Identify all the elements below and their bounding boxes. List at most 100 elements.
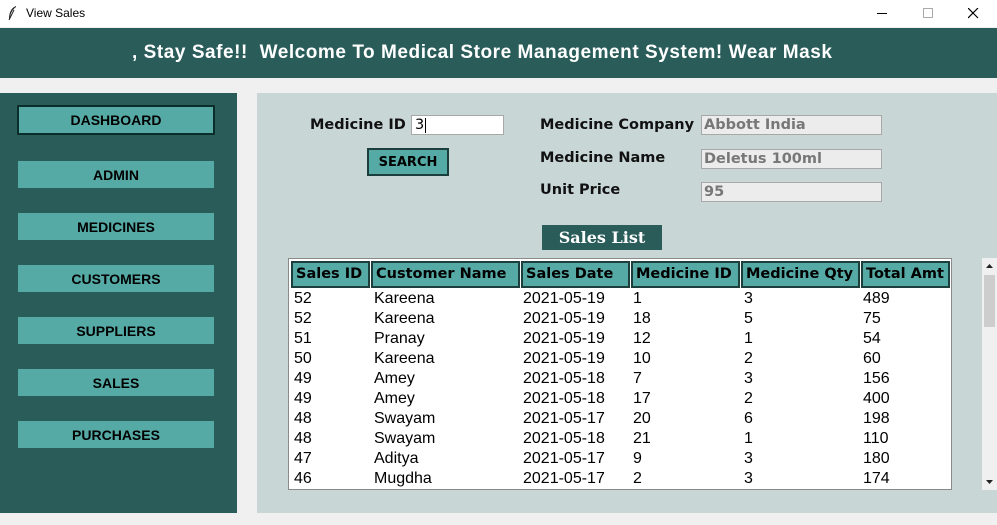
- cell-sales-id: 47: [294, 450, 312, 467]
- minimize-icon: [877, 13, 887, 14]
- minimize-button[interactable]: [860, 0, 906, 27]
- cell-total-amt: 156: [863, 370, 890, 387]
- table-row[interactable]: 49 Amey 2021-05-18 17 2 400: [289, 389, 951, 409]
- cell-sales-id: 50: [294, 350, 312, 367]
- table-row[interactable]: 48 Swayam 2021-05-18 21 1 110: [289, 429, 951, 449]
- suppliers-button[interactable]: SUPPLIERS: [18, 317, 214, 344]
- cell-customer-name: Swayam: [374, 410, 436, 427]
- welcome-banner-text: , Stay Safe!! Welcome To Medical Store M…: [132, 42, 833, 63]
- cell-sales-id: 49: [294, 390, 312, 407]
- medicine-id-label: Medicine ID: [310, 117, 406, 133]
- cell-medicine-qty: 3: [744, 470, 753, 487]
- cell-medicine-id: 12: [633, 330, 651, 347]
- maximize-button[interactable]: [906, 0, 952, 27]
- cell-customer-name: Swayam: [374, 430, 436, 447]
- cell-sales-id: 52: [294, 290, 312, 307]
- medicine-id-value: 3: [415, 117, 425, 133]
- column-header-customer-name[interactable]: Customer Name: [371, 261, 520, 288]
- cell-total-amt: 400: [863, 390, 890, 407]
- medicine-id-input[interactable]: 3: [411, 115, 504, 135]
- cell-sales-date: 2021-05-18: [523, 430, 605, 447]
- table-row[interactable]: 47 Aditya 2021-05-17 9 3 180: [289, 449, 951, 469]
- table-row[interactable]: 50 Kareena 2021-05-19 10 2 60: [289, 349, 951, 369]
- cell-sales-id: 51: [294, 330, 312, 347]
- cell-sales-id: 48: [294, 430, 312, 447]
- cell-sales-date: 2021-05-17: [523, 470, 605, 487]
- cell-total-amt: 180: [863, 450, 890, 467]
- table-row[interactable]: 52 Kareena 2021-05-19 1 3 489: [289, 289, 951, 309]
- cell-medicine-qty: 1: [744, 330, 753, 347]
- dashboard-button[interactable]: DASHBOARD: [17, 105, 215, 135]
- cell-total-amt: 75: [863, 310, 881, 327]
- cell-medicine-qty: 5: [744, 310, 753, 327]
- cell-medicine-qty: 3: [744, 290, 753, 307]
- cell-total-amt: 198: [863, 410, 890, 427]
- cell-total-amt: 54: [863, 330, 881, 347]
- customers-button[interactable]: CUSTOMERS: [18, 265, 214, 292]
- search-button[interactable]: SEARCH: [367, 148, 449, 176]
- medicine-company-label: Medicine Company: [540, 117, 695, 133]
- column-header-total-amt[interactable]: Total Amt: [861, 261, 950, 288]
- maximize-icon: [923, 8, 933, 18]
- cell-total-amt: 489: [863, 290, 890, 307]
- cell-medicine-id: 2: [633, 470, 642, 487]
- cell-customer-name: Amey: [374, 390, 415, 407]
- table-row[interactable]: 49 Amey 2021-05-18 7 3 156: [289, 369, 951, 389]
- cell-sales-date: 2021-05-18: [523, 370, 605, 387]
- cell-sales-id: 48: [294, 410, 312, 427]
- admin-button[interactable]: ADMIN: [18, 161, 214, 188]
- cell-customer-name: Amey: [374, 370, 415, 387]
- cell-medicine-qty: 6: [744, 410, 753, 427]
- table-scrollbar[interactable]: [982, 258, 997, 490]
- unit-price-field[interactable]: 95: [701, 182, 882, 202]
- column-header-medicine-id[interactable]: Medicine ID: [631, 261, 740, 288]
- table-row[interactable]: 46 Mugdha 2021-05-17 2 3 174: [289, 469, 951, 489]
- cell-medicine-id: 1: [633, 290, 642, 307]
- cell-sales-id: 52: [294, 310, 312, 327]
- table-row[interactable]: 52 Kareena 2021-05-19 18 5 75: [289, 309, 951, 329]
- sidebar: DASHBOARD ADMIN MEDICINES CUSTOMERS SUPP…: [0, 93, 237, 513]
- cell-total-amt: 174: [863, 470, 890, 487]
- close-button[interactable]: [951, 0, 997, 27]
- main-panel: Medicine ID 3 SEARCH Medicine Company Ab…: [257, 93, 997, 513]
- unit-price-label: Unit Price: [540, 182, 621, 198]
- column-header-medicine-qty[interactable]: Medicine Qty: [741, 261, 860, 288]
- text-cursor: [425, 117, 427, 133]
- cell-medicine-qty: 3: [744, 450, 753, 467]
- sales-button[interactable]: SALES: [18, 369, 214, 396]
- cell-medicine-qty: 3: [744, 370, 753, 387]
- cell-medicine-id: 10: [633, 350, 651, 367]
- purchases-button[interactable]: PURCHASES: [18, 421, 214, 448]
- cell-customer-name: Pranay: [374, 330, 425, 347]
- column-header-sales-date[interactable]: Sales Date: [521, 261, 630, 288]
- cell-sales-date: 2021-05-18: [523, 390, 605, 407]
- cell-sales-date: 2021-05-19: [523, 350, 605, 367]
- scroll-down-button[interactable]: [982, 474, 997, 490]
- scroll-up-button[interactable]: [982, 258, 997, 274]
- arrow-up-icon: [986, 264, 993, 268]
- table-row[interactable]: 48 Swayam 2021-05-17 20 6 198: [289, 409, 951, 429]
- table-body: 52 Kareena 2021-05-19 1 3 489 52 Kareena 2021-05…: [289, 289, 951, 489]
- cell-medicine-id: 21: [633, 430, 651, 447]
- sales-table[interactable]: Sales ID Customer Name Sales Date Medici…: [288, 258, 952, 490]
- cell-customer-name: Mugdha: [374, 470, 432, 487]
- medicine-name-field[interactable]: Deletus 100ml: [701, 149, 882, 169]
- cell-sales-date: 2021-05-19: [523, 310, 605, 327]
- cell-customer-name: Kareena: [374, 350, 435, 367]
- cell-medicine-qty: 2: [744, 390, 753, 407]
- cell-sales-date: 2021-05-19: [523, 330, 605, 347]
- close-icon: [968, 8, 979, 19]
- scroll-thumb[interactable]: [984, 275, 995, 327]
- column-header-sales-id[interactable]: Sales ID: [291, 261, 370, 288]
- medicine-company-field[interactable]: Abbott India: [701, 115, 882, 135]
- cell-total-amt: 60: [863, 350, 881, 367]
- medicines-button[interactable]: MEDICINES: [18, 213, 214, 240]
- cell-medicine-id: 7: [633, 370, 642, 387]
- cell-medicine-id: 9: [633, 450, 642, 467]
- table-row[interactable]: 51 Pranay 2021-05-19 12 1 54: [289, 329, 951, 349]
- cell-medicine-id: 20: [633, 410, 651, 427]
- cell-sales-id: 46: [294, 470, 312, 487]
- arrow-down-icon: [986, 480, 993, 484]
- cell-medicine-id: 18: [633, 310, 651, 327]
- cell-customer-name: Aditya: [374, 450, 419, 467]
